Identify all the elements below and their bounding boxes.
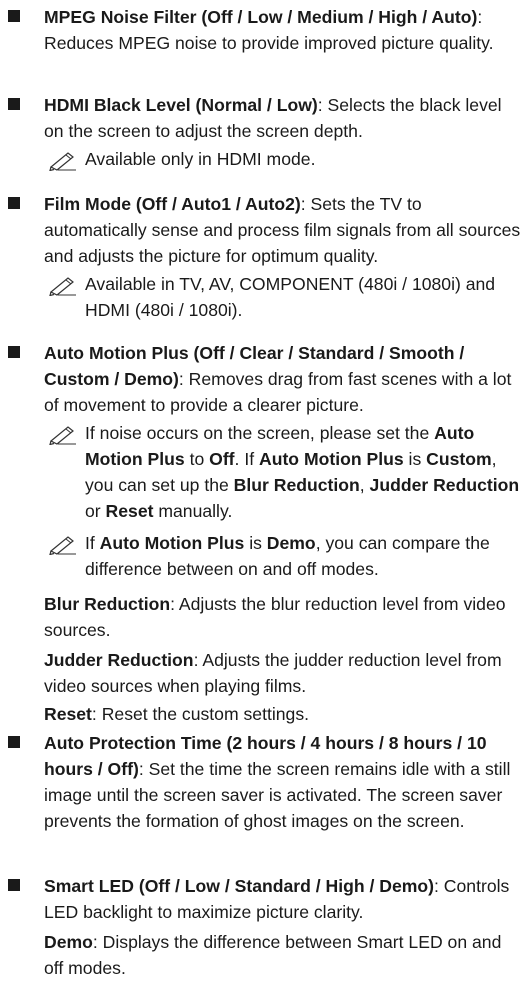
note: If noise occurs on the screen, please se… [48, 420, 522, 524]
square-bullet-icon [8, 98, 20, 110]
pencil-note-icon [49, 426, 76, 445]
sub-setting: Reset: Reset the custom settings. [44, 701, 522, 727]
item-title: HDMI Black Level (Normal / Low) [44, 95, 318, 115]
note: Available in TV, AV, COMPONENT (480i / 1… [48, 271, 522, 323]
note-text: If Auto Motion Plus is Demo, you can com… [85, 533, 490, 579]
pencil-note-icon [49, 277, 76, 296]
item-title: Film Mode (Off / Auto1 / Auto2) [44, 194, 301, 214]
manual-page: MPEG Noise Filter (Off / Low / Medium / … [0, 0, 528, 979]
square-bullet-icon [8, 346, 20, 358]
pencil-note-icon [49, 152, 76, 171]
note-text: Available in TV, AV, COMPONENT (480i / 1… [85, 274, 496, 320]
sub-term: Reset [44, 704, 92, 724]
sub-term: Demo [44, 932, 93, 952]
square-bullet-icon [8, 736, 20, 748]
item-title: MPEG Noise Filter (Off / Low / Medium / … [44, 7, 478, 27]
sub-term: Judder Reduction [44, 650, 194, 670]
sub-description: : Displays the difference between Smart … [44, 932, 502, 978]
note: Available only in HDMI mode. [48, 146, 522, 172]
sub-setting: Blur Reduction: Adjusts the blur reducti… [44, 591, 522, 643]
item-title: Smart LED (Off / Low / Standard / High /… [44, 876, 435, 896]
note-text: Available only in HDMI mode. [85, 149, 316, 169]
note-text: If noise occurs on the screen, please se… [85, 423, 520, 521]
square-bullet-icon [8, 879, 20, 891]
note: If Auto Motion Plus is Demo, you can com… [48, 530, 522, 582]
sub-description: : Reset the custom settings. [91, 704, 310, 724]
square-bullet-icon [8, 10, 20, 22]
sub-term: Blur Reduction [44, 594, 171, 614]
square-bullet-icon [8, 197, 20, 209]
sub-setting: Demo: Displays the difference between Sm… [44, 929, 522, 981]
sub-setting: Judder Reduction: Adjusts the judder red… [44, 647, 522, 699]
pencil-note-icon [49, 536, 76, 555]
